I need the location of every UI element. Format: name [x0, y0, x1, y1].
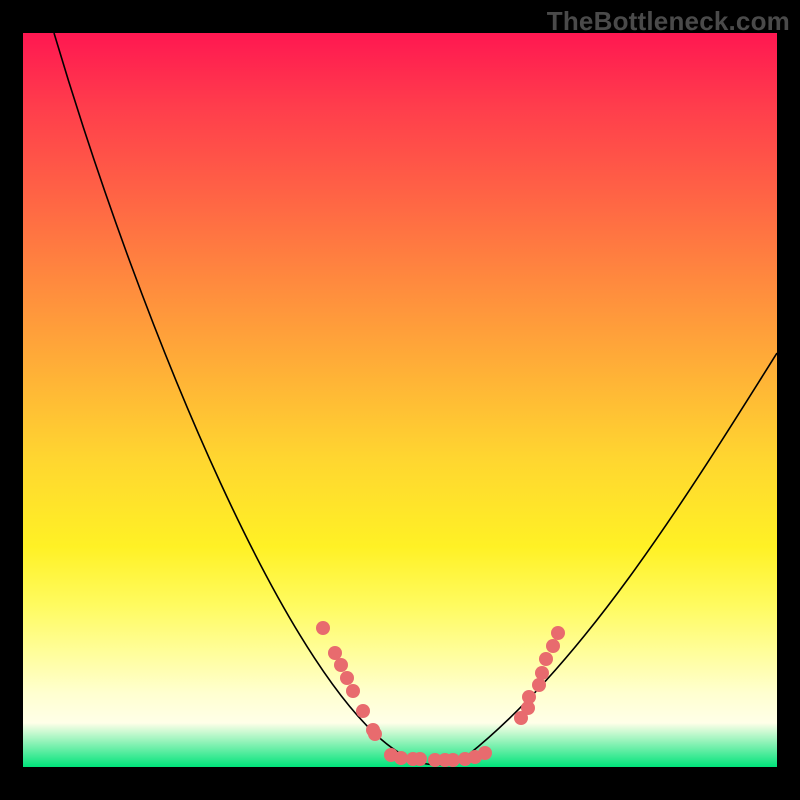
data-dot	[334, 658, 348, 672]
data-dot	[522, 690, 536, 704]
data-dot	[478, 746, 492, 760]
data-dot	[356, 704, 370, 718]
data-dot	[535, 666, 549, 680]
data-dot	[368, 727, 382, 741]
plot-area	[23, 33, 777, 767]
data-dot	[539, 652, 553, 666]
data-dot	[340, 671, 354, 685]
bottleneck-curve	[54, 33, 777, 765]
data-dot	[532, 678, 546, 692]
watermark: TheBottleneck.com	[547, 6, 790, 37]
data-dot	[546, 639, 560, 653]
curve-svg	[23, 33, 777, 767]
data-dot	[316, 621, 330, 635]
data-dot	[394, 751, 408, 765]
data-dot	[346, 684, 360, 698]
chart-frame: TheBottleneck.com	[0, 0, 800, 800]
data-dot	[551, 626, 565, 640]
data-dot	[328, 646, 342, 660]
data-dot	[413, 752, 427, 766]
data-dot	[446, 753, 460, 767]
